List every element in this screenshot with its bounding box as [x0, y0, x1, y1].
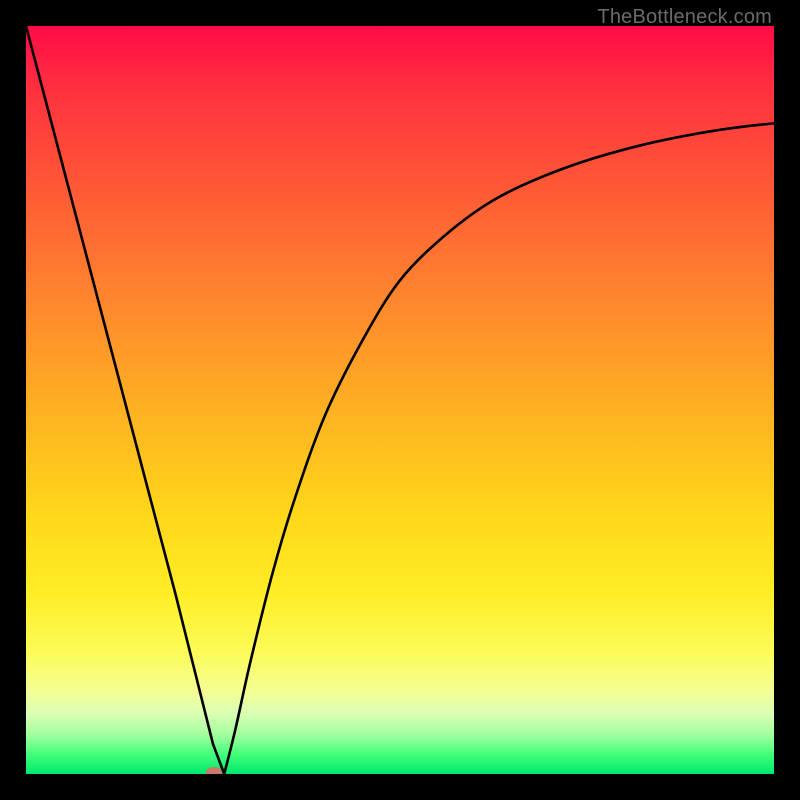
bottleneck-curve	[26, 26, 774, 774]
watermark-text: TheBottleneck.com	[597, 6, 772, 29]
plot-area	[26, 26, 774, 774]
chart-frame: TheBottleneck.com	[0, 0, 800, 800]
curve-path	[26, 26, 774, 774]
